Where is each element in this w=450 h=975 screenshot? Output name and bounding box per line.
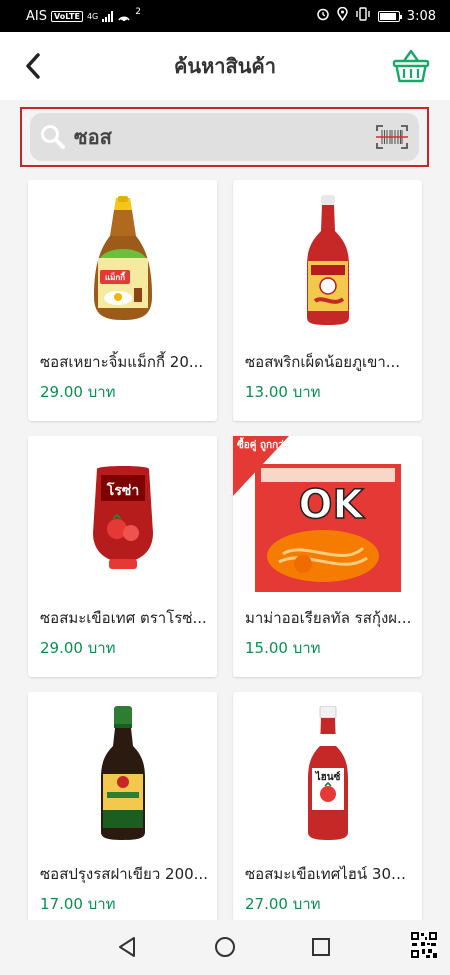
recents-square-icon[interactable] [308, 934, 334, 960]
clock-time: 3:08 [406, 8, 436, 24]
maggi-bottle-image: แม็กกี้ [93, 196, 152, 320]
product-card[interactable]: ซอสพริกเผ็ดน้อยภูเขา... 13.00 บาท [233, 180, 422, 421]
product-grid: แม็กกี้ ซอสเหยาะจิ้มแม็กกี้ 20... 29.00 … [28, 180, 422, 933]
product-name: ซอสมะเขือเทศ ตราโรซ่... [40, 609, 207, 627]
ok-logo-text: OK [299, 482, 366, 528]
app-header: ค้นหาสินค้า [0, 32, 450, 100]
back-button[interactable] [18, 50, 48, 82]
search-icon [41, 125, 65, 149]
product-card[interactable]: ไฮนซ์ ซอสมะเขือเทศไฮน์ 300... 27.00 บาท [233, 692, 422, 933]
product-card[interactable]: ซอสปรุงรสฝาเขียว 200... 17.00 บาท [28, 692, 217, 933]
search-box[interactable] [30, 113, 419, 161]
carrier-label: AIS [26, 8, 47, 24]
status-bar: AIS VoLTE 4G 2 3:08 [0, 0, 450, 32]
product-name: ซอสเหยาะจิ้มแม็กกี้ 20... [40, 353, 204, 371]
product-name: ซอสพริกเผ็ดน้อยภูเขา... [245, 353, 401, 371]
volte-badge: VoLTE [50, 10, 83, 22]
product-price: 29.00 บาท [40, 639, 116, 657]
product-price: 17.00 บาท [40, 895, 116, 913]
product-image: โรซ่า [28, 436, 217, 598]
product-name: ซอสปรุงรสฝาเขียว 200... [40, 865, 208, 883]
maggi-label: แม็กกี้ [104, 271, 125, 282]
battery-icon [377, 10, 402, 22]
product-image: OK ซื้อคู่ ถูกกว่า [233, 436, 422, 598]
roza-ketchup-squeeze-image: โรซ่า [92, 466, 153, 569]
system-nav-bar [0, 920, 450, 975]
status-right: 3:08 [316, 6, 436, 25]
product-image: ไฮนซ์ [233, 692, 422, 854]
network-label: 4G [86, 11, 99, 21]
product-price: 27.00 บาท [245, 895, 321, 913]
mama-ok-pack-image: OK ซื้อคู่ ถูกกว่า [233, 436, 401, 592]
hotspot-icon [117, 10, 131, 22]
product-card[interactable]: โรซ่า ซอสมะเขือเทศ ตราโรซ่... 29.00 บาท [28, 436, 217, 677]
status-left: AIS VoLTE 4G 2 [26, 7, 141, 24]
roza-label: โรซ่า [105, 481, 138, 499]
product-card[interactable]: แม็กกี้ ซอสเหยาะจิ้มแม็กกี้ 20... 29.00 … [28, 180, 217, 421]
product-price: 15.00 บาท [245, 639, 321, 657]
promo-label: ซื้อคู่ ถูกกว่า [237, 437, 289, 452]
search-input[interactable] [74, 125, 375, 149]
basket-icon [392, 49, 430, 83]
search-bar [20, 107, 429, 167]
alarm-icon [316, 7, 330, 25]
product-name: ซอสมะเขือเทศไฮน์ 300... [245, 865, 413, 883]
signal-icon [102, 10, 114, 22]
page-title: ค้นหาสินค้า [174, 54, 276, 78]
back-triangle-icon[interactable] [114, 934, 140, 960]
vibrate-icon [355, 7, 371, 25]
chili-sauce-bottle-image [306, 195, 349, 325]
product-name: มาม่าออเรียลทัล รสกุ้งผ... [245, 609, 412, 627]
qr-code-icon[interactable] [410, 931, 438, 959]
barcode-scan-icon[interactable] [375, 124, 409, 150]
location-icon [337, 6, 348, 25]
product-price: 13.00 บาท [245, 383, 321, 401]
basket-button[interactable] [392, 48, 430, 84]
heinz-ketchup-bottle-image: ไฮนซ์ [307, 706, 348, 840]
home-circle-icon[interactable] [212, 934, 238, 960]
seasoning-green-cap-image [100, 706, 145, 840]
product-card[interactable]: OK ซื้อคู่ ถูกกว่า มาม่าออเรียลทัล รสกุ้… [233, 436, 422, 677]
hotspot-count: 2 [135, 7, 141, 17]
product-price: 29.00 บาท [40, 383, 116, 401]
chevron-left-icon [26, 53, 40, 79]
product-image [28, 692, 217, 854]
product-image: แม็กกี้ [28, 180, 217, 342]
heinz-label: ไฮนซ์ [314, 770, 340, 783]
product-image [233, 180, 422, 342]
